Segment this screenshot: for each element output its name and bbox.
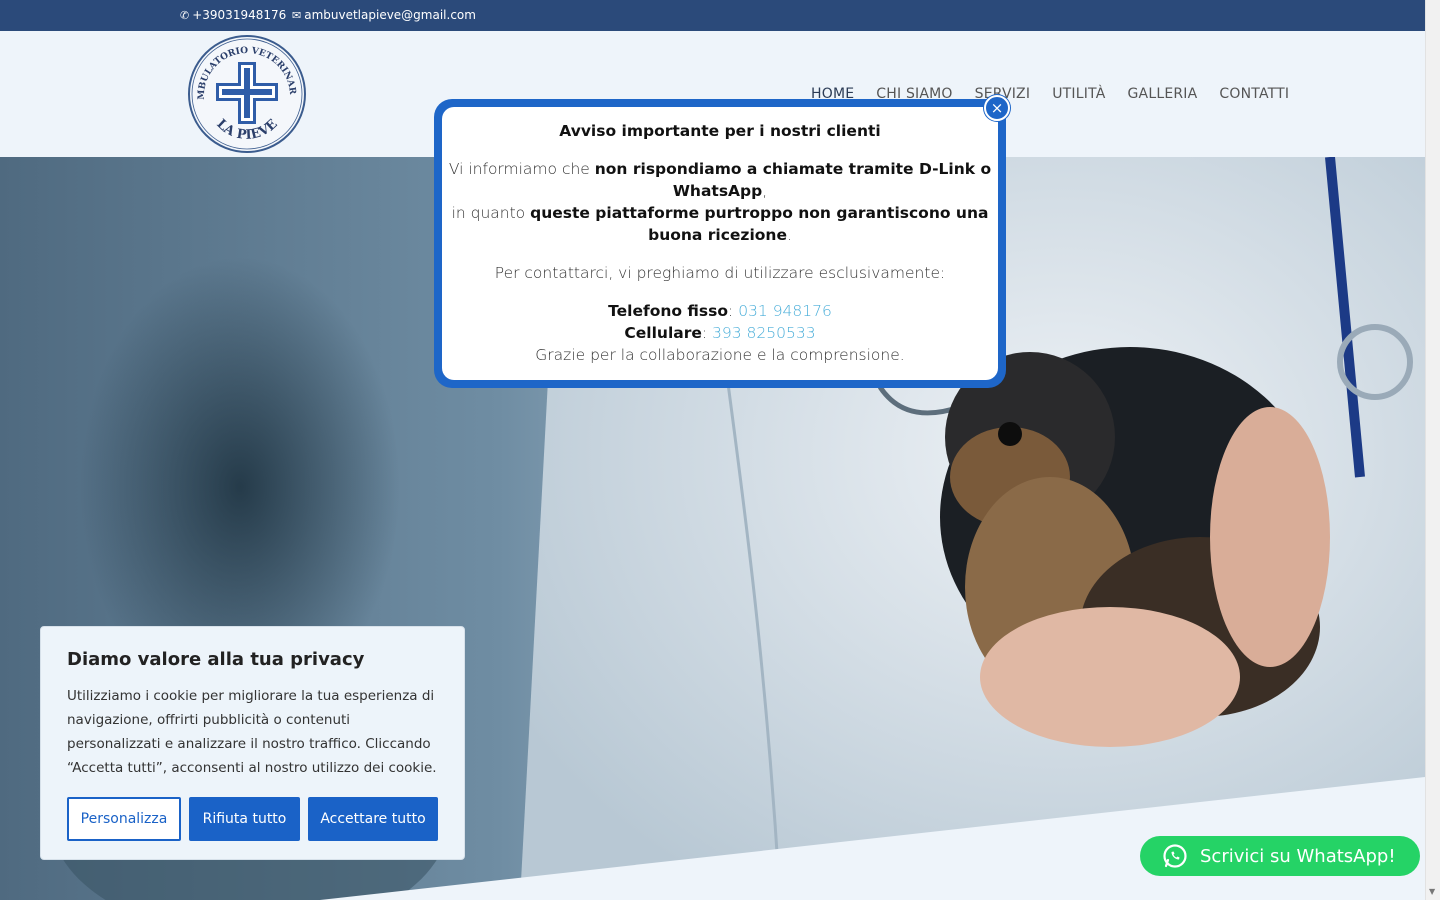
top-bar: ✆ +39031948176 ✉ ambuvetlapieve@gmail.co… (0, 0, 1425, 31)
notice-p1-c: , (762, 182, 768, 200)
notice-modal-content: Avviso importante per i nostri clienti V… (442, 107, 998, 380)
site-logo[interactable]: AMBULATORIO VETERINARIO LA PIEVE (182, 27, 308, 154)
mobile-link[interactable]: 393 8250533 (712, 324, 816, 342)
cookie-title: Diamo valore alla tua privacy (67, 649, 365, 670)
topbar-email[interactable]: ✉ ambuvetlapieve@gmail.com (292, 8, 476, 22)
mail-icon: ✉ (292, 8, 302, 22)
landline-label: Telefono fisso (608, 302, 729, 320)
notice-title: Avviso importante per i nostri clienti (442, 120, 998, 142)
nav-utilita[interactable]: UTILITÀ (1052, 86, 1105, 102)
notice-p1-e: queste piattaforme purtroppo non garanti… (530, 204, 989, 244)
notice-p1-f: . (786, 226, 792, 244)
cookie-reject-button[interactable]: Rifiuta tutto (189, 797, 300, 841)
notice-paragraph-1: Vi informiamo che non rispondiamo a chia… (442, 158, 998, 246)
cookie-customize-button[interactable]: Personalizza (67, 797, 181, 841)
landline-link[interactable]: 031 948176 (738, 302, 832, 320)
notice-paragraph-2: Per contattarci, vi preghiamo di utilizz… (442, 262, 998, 284)
whatsapp-button[interactable]: Scrivici su WhatsApp! (1140, 836, 1420, 876)
phone-icon: ✆ (180, 8, 190, 22)
mobile-row: Cellulare: 393 8250533 (624, 324, 816, 342)
mobile-label: Cellulare (624, 324, 702, 342)
notice-contacts: Telefono fisso: 031 948176 Cellulare: 39… (442, 300, 998, 366)
cookie-banner: Diamo valore alla tua privacy Utilizziam… (40, 626, 465, 860)
notice-p2-text: Per contattarci, vi preghiamo di utilizz… (494, 264, 946, 282)
cookie-accept-button[interactable]: Accettare tutto (308, 797, 438, 841)
notice-thanks: Grazie per la collaborazione e la compre… (535, 346, 905, 364)
topbar-phone[interactable]: ✆ +39031948176 (180, 8, 286, 22)
modal-close-button[interactable]: × (984, 95, 1010, 121)
landline-row: Telefono fisso: 031 948176 (608, 302, 832, 320)
topbar-phone-text: +39031948176 (192, 8, 287, 22)
topbar-email-text: ambuvetlapieve@gmail.com (304, 8, 476, 22)
whatsapp-label: Scrivici su WhatsApp! (1200, 845, 1396, 867)
nav-contatti[interactable]: CONTATTI (1219, 86, 1289, 102)
notice-p1-d: in quanto (451, 204, 531, 222)
scroll-down-icon[interactable]: ▼ (1429, 887, 1435, 896)
nav-galleria[interactable]: GALLERIA (1128, 86, 1198, 102)
notice-modal: Avviso importante per i nostri clienti V… (434, 99, 1006, 388)
close-icon: × (990, 99, 1004, 117)
cookie-actions: Personalizza Rifiuta tutto Accettare tut… (67, 797, 438, 841)
page-scrollbar[interactable]: ▼ (1425, 0, 1440, 900)
notice-p1-b: non rispondiamo a chiamate tramite D-Lin… (594, 160, 992, 200)
scrollbar-thumb[interactable] (1429, 3, 1437, 879)
notice-p1-a: Vi informiamo che (448, 160, 595, 178)
whatsapp-icon (1163, 844, 1187, 868)
notice-title-text: Avviso importante per i nostri clienti (559, 122, 881, 140)
cookie-text: Utilizziamo i cookie per migliorare la t… (67, 688, 437, 776)
